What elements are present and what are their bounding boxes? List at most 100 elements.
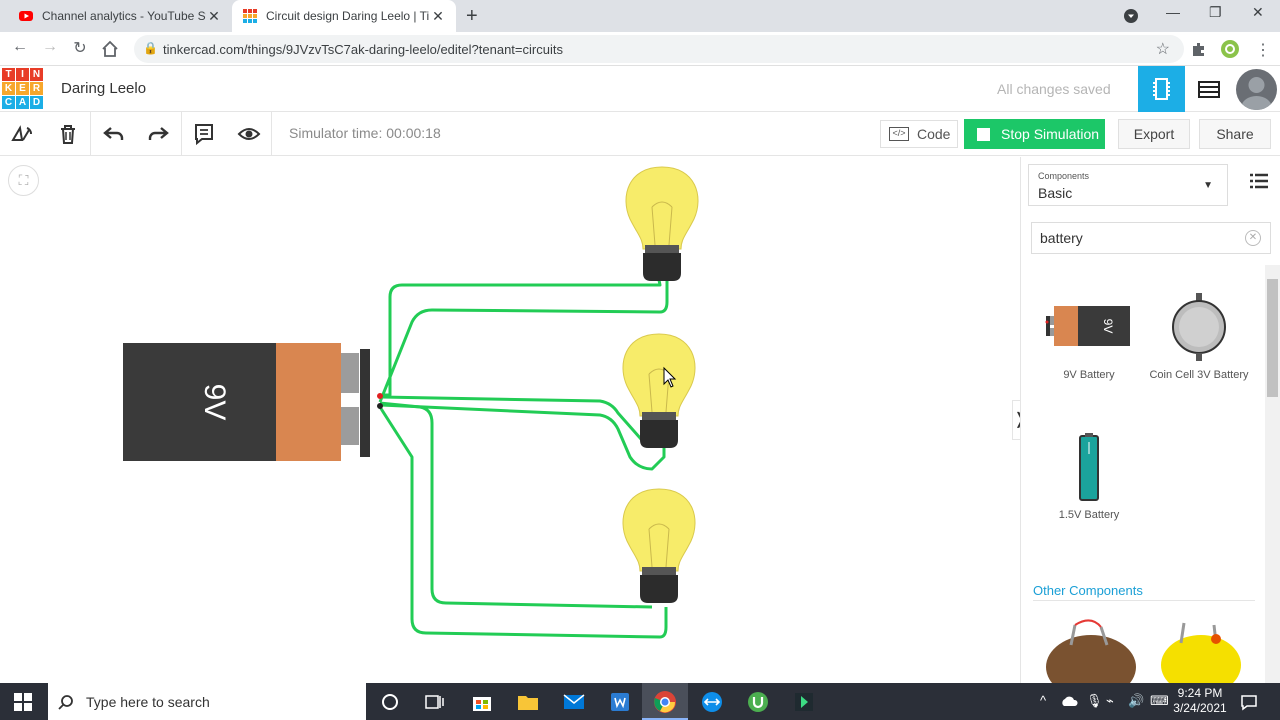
battery-label: 9V bbox=[198, 384, 231, 421]
reload-icon[interactable]: ↻ bbox=[70, 38, 90, 58]
close-tab-icon[interactable]: ✕ bbox=[430, 8, 446, 25]
extension-gear-icon[interactable] bbox=[1219, 38, 1241, 60]
wire bbox=[380, 274, 662, 397]
volume-icon[interactable]: 🔊 bbox=[1128, 693, 1144, 709]
tray-chevron-up-icon[interactable]: ^ bbox=[1040, 693, 1046, 708]
app-header: T I N K E R C A D Daring Leelo All chang… bbox=[0, 66, 1280, 112]
cortana-icon[interactable] bbox=[378, 690, 402, 714]
stop-simulation-label: Stop Simulation bbox=[1001, 126, 1100, 142]
microphone-icon[interactable]: 🎙 bbox=[1086, 693, 1103, 709]
light-bulb[interactable] bbox=[625, 166, 699, 281]
chrome-taskbar-item[interactable] bbox=[642, 683, 688, 720]
part-label: Coin Cell 3V Battery bbox=[1149, 369, 1249, 381]
circuit-view-button[interactable] bbox=[1138, 66, 1185, 112]
forward-icon[interactable]: → bbox=[40, 38, 60, 56]
new-tab-button[interactable]: + bbox=[466, 5, 478, 28]
store-icon[interactable] bbox=[470, 690, 494, 714]
code-button[interactable]: </> Code bbox=[880, 120, 958, 148]
parts-search-input[interactable] bbox=[1032, 223, 1232, 253]
maximize-icon[interactable]: ❐ bbox=[1209, 4, 1222, 21]
notifications-icon[interactable] bbox=[1240, 693, 1258, 711]
bookmark-star-icon[interactable]: ☆ bbox=[1156, 39, 1170, 59]
components-panel: Components Basic ▼ ✕ 9V 9V Battery bbox=[1020, 157, 1280, 683]
project-title[interactable]: Daring Leelo bbox=[61, 80, 146, 97]
potato-battery-thumbnail[interactable] bbox=[1041, 615, 1141, 683]
close-window-icon[interactable]: ✕ bbox=[1252, 4, 1264, 21]
light-bulb[interactable] bbox=[622, 488, 696, 603]
circuit-board-icon bbox=[1153, 78, 1170, 100]
lemon-battery-thumbnail[interactable] bbox=[1156, 615, 1246, 683]
network-icon[interactable]: ⌁ bbox=[1106, 693, 1114, 709]
minimize-icon[interactable]: — bbox=[1166, 4, 1180, 20]
undo-icon[interactable] bbox=[102, 122, 126, 146]
stop-icon bbox=[977, 127, 990, 141]
notes-icon[interactable] bbox=[192, 122, 216, 146]
taskbar-search[interactable]: Type here to search bbox=[48, 683, 366, 720]
language-icon[interactable]: ⌨ bbox=[1150, 693, 1169, 709]
eye-icon[interactable] bbox=[237, 122, 261, 146]
address-bar[interactable]: 🔒 tinkercad.com/things/9JVzvTsC7ak-darin… bbox=[134, 35, 1184, 63]
close-tab-icon[interactable]: ✕ bbox=[206, 8, 222, 25]
word-icon[interactable] bbox=[608, 690, 632, 714]
part-thumbnail: 9V bbox=[1039, 285, 1139, 369]
battery-9v-icon: 9V bbox=[1045, 306, 1130, 346]
part-9v-battery[interactable]: 9V 9V Battery bbox=[1039, 285, 1139, 381]
wires[interactable] bbox=[378, 274, 669, 639]
profile-dropdown-icon[interactable] bbox=[1123, 8, 1139, 24]
teamviewer-icon[interactable] bbox=[700, 690, 724, 714]
tab-circuit-design[interactable]: Circuit design Daring Leelo | Tink ✕ bbox=[232, 0, 456, 32]
circuit-canvas[interactable]: ⛶ 9V bbox=[0, 157, 1028, 683]
components-dropdown[interactable]: Components Basic ▼ bbox=[1028, 164, 1228, 206]
chevron-down-icon: ▼ bbox=[1203, 180, 1213, 191]
tinkercad-logo[interactable]: T I N K E R C A D bbox=[2, 68, 43, 110]
back-icon[interactable]: ← bbox=[10, 38, 30, 56]
panel-scrollbar[interactable] bbox=[1265, 265, 1280, 683]
table-list-icon bbox=[1198, 81, 1220, 98]
svg-text:9V: 9V bbox=[1101, 319, 1115, 334]
home-icon[interactable] bbox=[100, 40, 120, 58]
tinkercad-icon bbox=[243, 9, 257, 23]
aa-battery-icon bbox=[1079, 433, 1099, 501]
file-explorer-icon[interactable] bbox=[516, 690, 540, 714]
rotate-icon[interactable] bbox=[10, 122, 34, 146]
part-coin-cell-battery[interactable]: Coin Cell 3V Battery bbox=[1149, 285, 1249, 381]
task-view-icon[interactable] bbox=[422, 690, 446, 714]
components-dropdown-value: Basic bbox=[1038, 185, 1073, 201]
schematic-list-button[interactable] bbox=[1185, 66, 1232, 112]
extensions-icon[interactable] bbox=[1190, 40, 1208, 58]
toolbar-separator bbox=[90, 112, 91, 156]
avatar-person-icon bbox=[1241, 77, 1272, 110]
battery-band bbox=[276, 343, 341, 461]
stop-simulation-button[interactable]: Stop Simulation bbox=[964, 119, 1105, 149]
share-button[interactable]: Share bbox=[1199, 119, 1271, 149]
tab-title: Circuit design Daring Leelo | Tink bbox=[266, 9, 430, 23]
logo-letter: E bbox=[16, 82, 29, 95]
parts-search[interactable]: ✕ bbox=[1031, 222, 1271, 254]
windows-start-icon[interactable] bbox=[14, 693, 32, 711]
other-components-heading[interactable]: Other Components bbox=[1033, 583, 1143, 598]
code-label: Code bbox=[917, 126, 951, 142]
scrollbar-thumb[interactable] bbox=[1267, 279, 1278, 397]
trash-icon[interactable] bbox=[56, 122, 80, 146]
onedrive-icon[interactable] bbox=[1060, 695, 1078, 707]
utorrent-icon[interactable] bbox=[746, 690, 770, 714]
tab-youtube-analytics[interactable]: Channel analytics - YouTube Stud ✕ bbox=[8, 0, 232, 32]
export-button[interactable]: Export bbox=[1118, 119, 1190, 149]
clear-search-icon[interactable]: ✕ bbox=[1245, 230, 1261, 246]
battery-9v[interactable]: 9V bbox=[123, 343, 383, 461]
browser-menu-icon[interactable]: ⋮ bbox=[1255, 40, 1271, 60]
clock-time: 9:24 PM bbox=[1177, 686, 1223, 700]
battery-clip bbox=[360, 349, 370, 457]
user-avatar[interactable] bbox=[1236, 69, 1277, 110]
list-view-icon[interactable] bbox=[1250, 173, 1268, 189]
redo-icon[interactable] bbox=[146, 122, 170, 146]
logo-letter: R bbox=[30, 82, 43, 95]
circuit-drawing: 9V bbox=[123, 166, 699, 639]
save-status: All changes saved bbox=[997, 81, 1111, 97]
part-1-5v-battery[interactable]: 1.5V Battery bbox=[1039, 425, 1139, 521]
youtube-icon bbox=[19, 11, 33, 21]
tab-title: Channel analytics - YouTube Stud bbox=[42, 9, 206, 23]
mail-icon[interactable] bbox=[562, 690, 586, 714]
taskbar-clock[interactable]: 9:24 PM 3/24/2021 bbox=[1168, 686, 1232, 716]
app-green-icon[interactable] bbox=[792, 690, 816, 714]
